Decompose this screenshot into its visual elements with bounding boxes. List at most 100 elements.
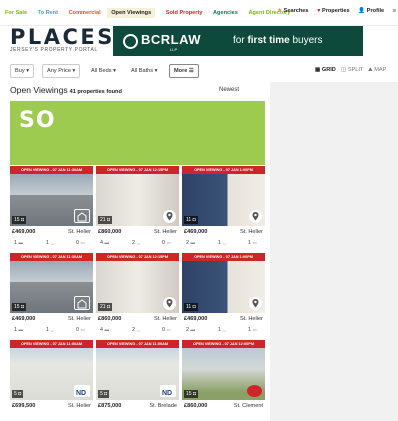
banner-brand: BCRLAW	[141, 32, 202, 47]
nav-agencies[interactable]: Agencies	[213, 10, 238, 16]
camera-icon: ◘	[20, 304, 24, 310]
grid-view-toggle[interactable]: ▦ GRID	[315, 67, 336, 73]
property-photo[interactable]: 15 ◘	[182, 348, 265, 400]
property-price: £860,000	[98, 229, 122, 235]
property-photo[interactable]: 21 ◘	[96, 174, 179, 226]
bed-icon: ▬	[104, 327, 109, 332]
property-photo[interactable]: 5 ◘ ND	[96, 348, 179, 400]
nav-open-viewings[interactable]: Open Viewings	[107, 8, 156, 18]
property-card[interactable]: OPEN VIEWING - 07 JAN 12:00PM 15 ◘ £860,00…	[182, 340, 265, 421]
price-dropdown[interactable]: Any Price ▾	[42, 64, 81, 78]
property-price: £469,000	[184, 229, 208, 235]
promo-advert[interactable]: SO	[10, 101, 265, 165]
baths-label: All Baths	[131, 68, 154, 74]
heart-icon: ♥	[317, 8, 321, 14]
map-pin-icon[interactable]	[163, 297, 176, 310]
top-navigation: For Sale To Rent Commercial Open Viewing…	[0, 0, 398, 26]
bed-value: 2	[186, 327, 189, 333]
bath-count: 2 ◡	[132, 327, 140, 333]
property-photo[interactable]: 11 ◘	[182, 261, 265, 313]
property-price: £469,000	[12, 316, 36, 322]
reception-value: 0	[162, 240, 165, 246]
agent-logo-icon: ND	[74, 385, 90, 397]
property-photo[interactable]: 21 ◘	[96, 261, 179, 313]
property-photo[interactable]: 5 ◘ ND	[10, 348, 93, 400]
camera-icon: ◘	[106, 217, 110, 223]
bath-value: 1	[46, 327, 49, 333]
camera-icon: ◘	[192, 304, 196, 310]
more-filters-button[interactable]: More ☰	[169, 64, 199, 78]
camera-icon: ◘	[104, 391, 108, 397]
property-card[interactable]: OPEN VIEWING - 07 JAN 11:30AM 15 ◘ £469,00…	[10, 166, 93, 252]
open-viewing-badge: OPEN VIEWING - 07 JAN 11:00AM	[96, 340, 179, 348]
reception-count: 0 ▭	[76, 240, 85, 246]
reception-value: 0	[162, 327, 165, 333]
property-photo[interactable]: 11 ◘	[182, 174, 265, 226]
svg-text:ND: ND	[162, 390, 172, 397]
property-photo[interactable]: 15 ◘	[10, 174, 93, 226]
bed-count: 2 ▬	[186, 240, 195, 246]
bed-count: 4 ▬	[100, 327, 109, 333]
nav-sold-property[interactable]: Sold Property	[166, 10, 203, 16]
property-card[interactable]: OPEN VIEWING - 07 JAN 11:30AM 15 ◘ £469,00…	[10, 253, 93, 339]
property-location: St. Helier	[67, 229, 91, 235]
price-label: Any Price	[47, 68, 71, 74]
profile-label: Profile	[366, 8, 385, 14]
property-card[interactable]: OPEN VIEWING - 07 JAN 11:00AM 5 ◘ ND £875,0…	[96, 340, 179, 421]
property-location: St. Helier	[67, 316, 91, 322]
nav-for-sale[interactable]: For Sale	[5, 10, 27, 16]
map-view-toggle[interactable]: ⛰ MAP	[368, 67, 386, 74]
baths-dropdown[interactable]: All Baths ▾	[126, 64, 163, 78]
page-title: Open Viewings	[10, 85, 68, 95]
menu-icon[interactable]: ≡	[393, 8, 396, 14]
property-card[interactable]: OPEN VIEWING - 07 JAN 11:00AM 5 ◘ ND £699,5…	[10, 340, 93, 421]
open-viewing-badge: OPEN VIEWING - 07 JAN 1:00PM	[182, 166, 265, 174]
bath-count: 1 ◡	[218, 327, 226, 333]
photo-count-value: 15	[14, 304, 20, 310]
svg-text:ND: ND	[76, 390, 86, 397]
nav-commercial[interactable]: Commercial	[69, 10, 101, 16]
property-location: St. Helier	[239, 229, 263, 235]
nav-to-rent[interactable]: To Rent	[38, 10, 58, 16]
property-card[interactable]: OPEN VIEWING - 07 JAN 12:15PM 21 ◘ £860,00…	[96, 253, 179, 339]
property-price: £469,000	[184, 316, 208, 322]
advert-banner[interactable]: BCRLAW LLP for first time buyers	[113, 26, 363, 56]
properties-link[interactable]: ♥ Properties	[317, 8, 350, 14]
sofa-icon: ▭	[252, 327, 257, 332]
property-photo[interactable]: 15 ◘	[10, 261, 93, 313]
results-count: 41 properties found	[69, 89, 122, 95]
reception-count: 1 ▭	[248, 327, 257, 333]
bed-icon: ▬	[190, 327, 195, 332]
primary-nav: For Sale To Rent Commercial Open Viewing…	[5, 8, 299, 18]
sofa-icon: ▭	[252, 240, 257, 245]
map-pin-icon[interactable]	[249, 210, 262, 223]
searches-link[interactable]: ★ Searches	[277, 8, 308, 14]
split-view-toggle[interactable]: ◫ SPLIT	[341, 67, 363, 73]
profile-link[interactable]: 👤 Profile	[358, 8, 384, 14]
open-viewing-badge: OPEN VIEWING - 07 JAN 12:00PM	[182, 340, 265, 348]
open-viewing-badge: OPEN VIEWING - 07 JAN 12:15PM	[96, 166, 179, 174]
sofa-icon: ▭	[80, 327, 85, 332]
property-card[interactable]: OPEN VIEWING - 07 JAN 1:00PM 11 ◘ £469,000…	[182, 166, 265, 252]
logo-title: PLACES	[10, 25, 115, 49]
property-location: St. Helier	[153, 316, 177, 322]
bed-count: 4 ▬	[100, 240, 109, 246]
buy-dropdown[interactable]: Buy ▾	[10, 64, 35, 78]
property-card[interactable]: OPEN VIEWING - 07 JAN 1:00PM 11 ◘ £469,000…	[182, 253, 265, 339]
map-pin-icon[interactable]	[163, 210, 176, 223]
property-location: St. Brelade	[149, 403, 177, 409]
property-location: St. Clement	[233, 403, 263, 409]
map-pin-icon[interactable]	[249, 297, 262, 310]
beds-dropdown[interactable]: All Beds ▾	[86, 64, 121, 78]
bed-icon: ▬	[18, 240, 23, 245]
photo-count-value: 15	[186, 391, 192, 397]
sort-select[interactable]: Newest	[219, 87, 239, 93]
property-price: £469,000	[12, 229, 36, 235]
property-card[interactable]: OPEN VIEWING - 07 JAN 12:15PM 21 ◘ £860,00…	[96, 166, 179, 252]
filter-bar: Buy ▾ Any Price ▾ All Beds ▾ All Baths ▾…	[0, 64, 398, 80]
more-label: More	[174, 68, 188, 74]
tagline-bold: first time	[247, 35, 290, 46]
site-logo[interactable]: PLACES JERSEY'S PROPERTY PORTAL	[10, 25, 115, 53]
banner-llp: LLP	[170, 47, 178, 52]
reception-count: 0 ▭	[162, 240, 171, 246]
